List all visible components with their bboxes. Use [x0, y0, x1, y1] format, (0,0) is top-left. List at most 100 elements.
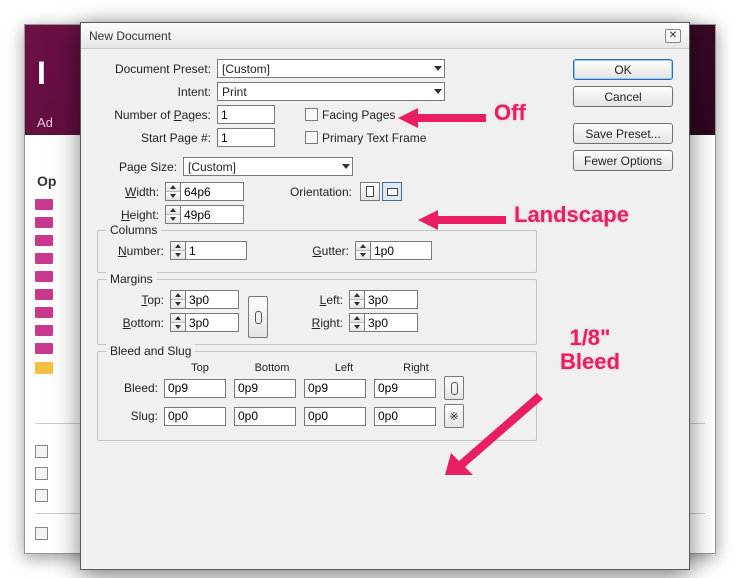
bg-checkbox [35, 489, 48, 502]
height-label: Height: [97, 208, 165, 222]
margin-right-label: Right: [307, 316, 349, 330]
bleed-bottom-input[interactable] [234, 379, 296, 398]
margins-title: Margins [106, 272, 157, 286]
document-icon [35, 307, 53, 318]
cancel-button[interactable]: Cancel [573, 86, 673, 107]
page-size-label: Page Size: [97, 160, 183, 174]
chevron-down-icon [434, 66, 442, 71]
margin-right-input[interactable] [364, 313, 418, 332]
landscape-icon [387, 188, 398, 196]
margin-top-stepper[interactable] [170, 290, 239, 309]
bg-checkbox [35, 527, 48, 540]
bleed-slug-group: Bleed and Slug Top Bottom Left Right Ble… [97, 351, 537, 441]
button-column: OK Cancel Save Preset... Fewer Options [573, 59, 673, 177]
facing-pages-checkbox[interactable] [305, 108, 318, 121]
document-icon [35, 343, 53, 354]
document-icon [35, 271, 53, 282]
chain-icon [255, 311, 262, 324]
margins-group: Margins Top: Left: Bottom: [97, 279, 537, 345]
slug-label: Slug: [108, 409, 164, 423]
intent-label: Intent: [97, 85, 217, 99]
columns-number-stepper[interactable] [170, 241, 247, 260]
bleed-link-button[interactable] [444, 376, 464, 400]
margin-left-label: Left: [307, 293, 349, 307]
slug-left-input[interactable] [304, 407, 366, 426]
dialog-title: New Document [89, 29, 171, 43]
bleed-right-input[interactable] [374, 379, 436, 398]
slug-top-input[interactable] [164, 407, 226, 426]
recent-item [35, 197, 55, 208]
bleed-slug-title: Bleed and Slug [106, 344, 195, 358]
recent-item [35, 269, 55, 280]
recent-item [35, 361, 55, 372]
open-recent-header: Op [37, 173, 56, 189]
bleed-col-bottom: Bottom [236, 362, 308, 374]
columns-group: Columns Number: Gutter: [97, 230, 537, 273]
margin-bottom-stepper[interactable] [170, 313, 239, 332]
dialog-titlebar[interactable]: New Document ✕ [81, 23, 689, 49]
margin-top-input[interactable] [185, 290, 239, 309]
document-icon [35, 325, 53, 336]
width-stepper[interactable] [165, 182, 244, 201]
margin-link-button[interactable] [248, 296, 268, 338]
recent-item [35, 251, 55, 262]
document-preset-dropdown[interactable]: [Custom] [217, 59, 445, 78]
number-of-pages-label: Number of Pages: [97, 108, 217, 122]
gutter-stepper[interactable] [355, 241, 432, 260]
margin-left-input[interactable] [364, 290, 418, 309]
chevron-down-icon [434, 89, 442, 94]
bg-checkbox [35, 467, 48, 480]
chain-icon [451, 382, 458, 395]
bleed-col-right: Right [380, 362, 452, 374]
intent-dropdown[interactable]: Print [217, 82, 445, 101]
margin-bottom-label: Bottom: [108, 316, 170, 330]
recent-item [35, 287, 55, 298]
document-icon [35, 253, 53, 264]
link-off-icon: ※ [449, 410, 458, 423]
slug-link-button[interactable]: ※ [444, 404, 464, 428]
columns-number-input[interactable] [185, 241, 247, 260]
orientation-label: Orientation: [288, 185, 358, 199]
height-stepper[interactable] [165, 205, 244, 224]
bleed-col-left: Left [308, 362, 380, 374]
slug-right-input[interactable] [374, 407, 436, 426]
gutter-input[interactable] [370, 241, 432, 260]
orientation-landscape-button[interactable] [382, 182, 402, 201]
recent-item [35, 233, 55, 244]
fewer-options-button[interactable]: Fewer Options [573, 150, 673, 171]
width-input[interactable] [180, 182, 244, 201]
start-page-label: Start Page #: [97, 131, 217, 145]
folder-icon [35, 362, 53, 374]
portrait-icon [366, 186, 374, 197]
app-logo-fragment: I [37, 55, 46, 92]
close-icon[interactable]: ✕ [665, 29, 681, 43]
recent-item [35, 215, 55, 226]
margin-left-stepper[interactable] [349, 290, 418, 309]
save-preset-button[interactable]: Save Preset... [573, 123, 673, 144]
recent-item [35, 341, 55, 352]
margin-bottom-input[interactable] [185, 313, 239, 332]
bleed-top-input[interactable] [164, 379, 226, 398]
height-input[interactable] [180, 205, 244, 224]
document-icon [35, 217, 53, 228]
primary-text-frame-checkbox[interactable] [305, 131, 318, 144]
chevron-down-icon [342, 164, 350, 169]
bleed-left-input[interactable] [304, 379, 366, 398]
primary-text-frame-label: Primary Text Frame [322, 131, 426, 145]
start-page-input[interactable] [217, 128, 275, 147]
bleed-col-top: Top [164, 362, 236, 374]
bleed-label: Bleed: [108, 381, 164, 395]
page-size-dropdown[interactable]: [Custom] [183, 157, 353, 176]
app-subtitle-fragment: Ad [37, 115, 53, 130]
document-icon [35, 235, 53, 246]
margin-right-stepper[interactable] [349, 313, 418, 332]
bg-checkbox [35, 445, 48, 458]
document-preset-label: Document Preset: [97, 62, 217, 76]
orientation-portrait-button[interactable] [360, 182, 380, 201]
columns-number-label: Number: [108, 244, 170, 258]
slug-bottom-input[interactable] [234, 407, 296, 426]
ok-button[interactable]: OK [573, 59, 673, 80]
width-label: Width: [97, 185, 165, 199]
number-of-pages-input[interactable] [217, 105, 275, 124]
gutter-label: Gutter: [307, 244, 355, 258]
